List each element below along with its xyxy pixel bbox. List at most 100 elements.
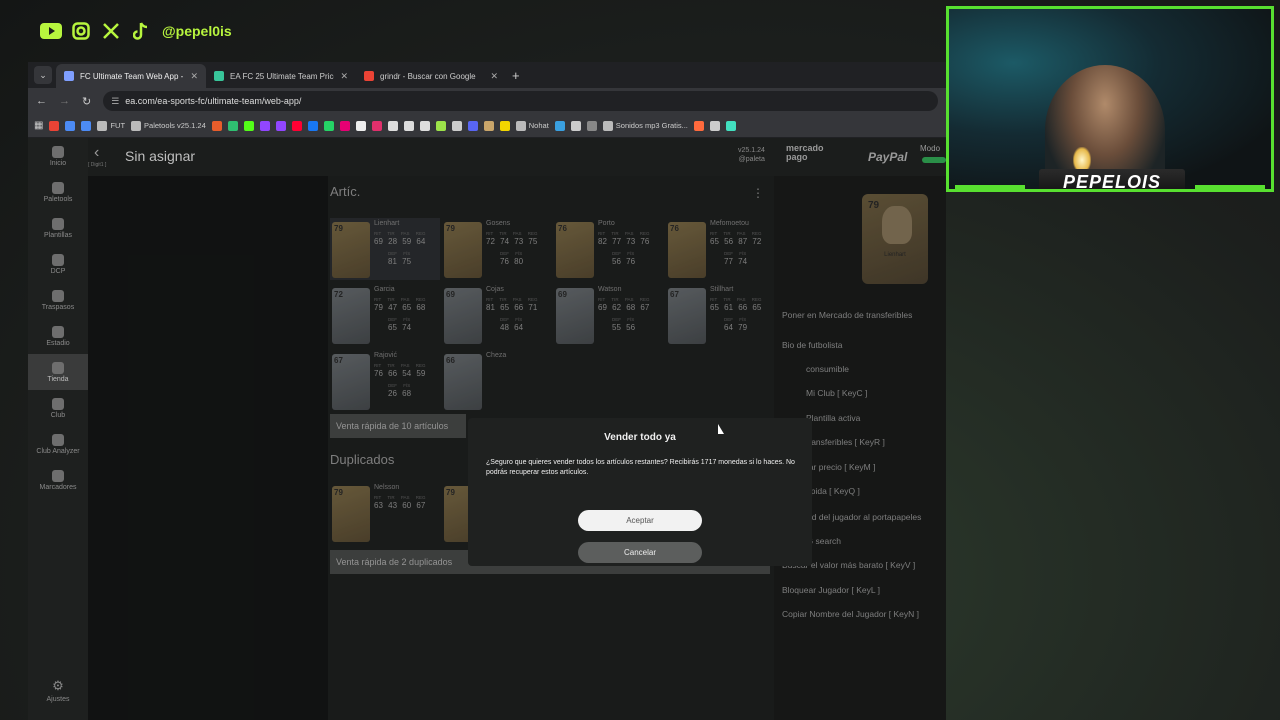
bookmark-5[interactable] xyxy=(211,120,222,131)
bookmark-31[interactable] xyxy=(725,120,736,131)
bookmark-30[interactable] xyxy=(709,120,720,131)
sidenav-paletools[interactable]: Paletools xyxy=(28,174,88,210)
selected-player-card: 79 Lienhart xyxy=(862,194,928,284)
sidenav-ajustes[interactable]: ⚙ Ajustes xyxy=(28,672,88,708)
back-icon[interactable]: ← xyxy=(36,95,47,107)
close-tab-icon[interactable]: ✕ xyxy=(340,71,348,82)
reload-icon[interactable]: ↻ xyxy=(82,95,91,108)
rp-consumible[interactable]: consumible xyxy=(774,364,946,380)
player-card[interactable]: 76 Porto RIT TIR PAS REG 82 77 73 76 DEF FÍS… xyxy=(554,218,664,280)
sidenav-club-analyzer[interactable]: Club Analyzer xyxy=(28,426,88,462)
bookmark-favicon-icon xyxy=(467,120,478,131)
webcam-overlay: PEPELOIS xyxy=(946,6,1274,192)
sidenav-dcp[interactable]: DCP xyxy=(28,246,88,282)
rp-bio[interactable]: Bio de futbolista> xyxy=(774,340,946,356)
bookmark-25[interactable] xyxy=(554,120,565,131)
bookmark-24[interactable]: Nohat xyxy=(515,120,549,131)
bookmark-7[interactable] xyxy=(243,120,254,131)
bookmark-8[interactable] xyxy=(259,120,270,131)
more-options-icon[interactable]: ⋮ xyxy=(752,186,764,200)
browser-tab-0[interactable]: FC Ultimate Team Web App - E ✕ xyxy=(56,64,206,88)
player-card[interactable]: 79 Lienhart RIT TIR PAS REG 69 28 59 64 DEF … xyxy=(330,218,440,280)
accept-button[interactable]: Aceptar xyxy=(578,510,702,531)
bookmark-favicon-icon xyxy=(725,120,736,131)
sidenav-marcadores[interactable]: Marcadores xyxy=(28,462,88,498)
bookmark-9[interactable] xyxy=(275,120,286,131)
sidenav-inicio[interactable]: Inicio xyxy=(28,138,88,174)
player-stats-def: 65 74 xyxy=(388,323,412,332)
player-card[interactable]: 67 Rajović RIT TIR PAS REG 76 66 54 59 DEF F… xyxy=(330,350,440,412)
bookmark-28[interactable]: Sonidos mp3 Gratis... xyxy=(602,120,688,131)
player-card[interactable]: 69 Cojas RIT TIR PAS REG 81 65 66 71 DEF FÍS… xyxy=(442,284,552,346)
bookmark-13[interactable] xyxy=(339,120,350,131)
url-text: ea.com/ea-sports-fc/ultimate-team/web-ap… xyxy=(125,96,302,106)
player-name: Garcia xyxy=(374,286,395,293)
bookmark-11[interactable] xyxy=(307,120,318,131)
mode-toggle[interactable] xyxy=(922,157,946,163)
browser-tab-1[interactable]: EA FC 25 Ultimate Team Prices, ✕ xyxy=(206,64,356,88)
player-card[interactable]: 69 Watson RIT TIR PAS REG 69 62 68 67 DEF FÍ… xyxy=(554,284,664,346)
version-label: v25.1.24 @paleta xyxy=(738,146,765,164)
sidenav-paletools-label: Paletools xyxy=(43,195,73,203)
url-field[interactable]: ☰ ea.com/ea-sports-fc/ultimate-team/web-… xyxy=(103,91,938,111)
sidenav-plantillas[interactable]: Plantillas xyxy=(28,210,88,246)
player-card[interactable]: 72 Garcia RIT TIR PAS REG 79 47 65 68 DEF FÍ… xyxy=(330,284,440,346)
browser-tab-2[interactable]: grindr - Buscar con Google ✕ xyxy=(356,64,506,88)
player-card[interactable]: 76 Mefomoetou RIT TIR PAS REG 65 56 87 72 DE… xyxy=(666,218,776,280)
new-tab-button[interactable]: + xyxy=(512,68,520,83)
paypal-logo[interactable]: PayPal xyxy=(868,150,907,164)
bookmark-favicon-icon xyxy=(227,120,238,131)
apps-icon[interactable]: ▦ xyxy=(34,120,43,131)
player-card[interactable]: 67 Stillhart RIT TIR PAS REG 65 61 66 65 DEF… xyxy=(666,284,776,346)
bookmark-22[interactable] xyxy=(483,120,494,131)
back-chevron-icon[interactable]: ‹ xyxy=(94,144,99,162)
forward-icon[interactable]: → xyxy=(59,95,70,107)
player-rating: 79 xyxy=(446,224,455,233)
bookmark-1[interactable] xyxy=(65,120,76,131)
player-card[interactable]: 66 Cheza xyxy=(442,350,552,412)
bookmark-4[interactable]: Paletools v25.1.24 xyxy=(131,120,206,131)
rp-copiar-nombre[interactable]: Copiar Nombre del Jugador [ KeyN ] xyxy=(774,609,946,625)
sidenav-estadio-label: Estadio xyxy=(46,339,70,347)
bookmark-26[interactable] xyxy=(570,120,581,131)
bookmark-6[interactable] xyxy=(227,120,238,131)
bookmark-27[interactable] xyxy=(586,120,597,131)
sidenav-club[interactable]: Club xyxy=(28,390,88,426)
instagram-icon xyxy=(70,20,92,42)
mercado-pago-logo[interactable]: mercado pago xyxy=(786,144,824,162)
rp-mercado[interactable]: Poner en Mercado de transferibles xyxy=(774,310,946,326)
stat-headers-def: DEF FÍS xyxy=(500,317,523,322)
bookmark-0[interactable] xyxy=(49,120,60,131)
quick-sell-items-button[interactable]: Venta rápida de 10 artículos xyxy=(330,414,466,438)
bookmark-21[interactable] xyxy=(467,120,478,131)
close-tab-icon[interactable]: ✕ xyxy=(190,71,198,82)
bookmark-10[interactable] xyxy=(291,120,302,131)
bookmark-20[interactable] xyxy=(451,120,462,131)
rp-mi-club[interactable]: Mi Club [ KeyC ] xyxy=(774,388,946,404)
bookmark-17[interactable] xyxy=(403,120,414,131)
bookmark-18[interactable] xyxy=(419,120,430,131)
player-stats: 65 61 66 65 xyxy=(710,303,762,312)
bookmark-15[interactable] xyxy=(371,120,382,131)
rp-bloquear[interactable]: Bloquear Jugador [ KeyL ] xyxy=(774,585,946,601)
bookmark-3[interactable]: FUT xyxy=(97,120,125,131)
sidenav-estadio[interactable]: Estadio xyxy=(28,318,88,354)
bookmark-12[interactable] xyxy=(323,120,334,131)
bookmark-23[interactable] xyxy=(499,120,510,131)
sidenav-ajustes-label: Ajustes xyxy=(46,695,70,703)
bookmark-19[interactable] xyxy=(435,120,446,131)
close-tab-icon[interactable]: ✕ xyxy=(490,71,498,82)
bookmark-14[interactable] xyxy=(355,120,366,131)
site-info-icon[interactable]: ☰ xyxy=(111,96,119,107)
cancel-button[interactable]: Cancelar xyxy=(578,542,702,563)
bookmark-favicon-icon xyxy=(709,120,720,131)
player-card[interactable]: 79 Gosens RIT TIR PAS REG 72 74 73 75 DEF FÍ… xyxy=(442,218,552,280)
bookmark-2[interactable] xyxy=(81,120,92,131)
bookmark-16[interactable] xyxy=(387,120,398,131)
sidenav-tienda[interactable]: Tienda xyxy=(28,354,88,390)
player-card[interactable]: 79 Nelsson RIT TIR PAS REG 63 43 60 67 xyxy=(330,482,440,544)
stat-headers-def: DEF FÍS xyxy=(500,251,523,256)
bookmark-29[interactable] xyxy=(693,120,704,131)
tab-search-button[interactable]: ⌄ xyxy=(34,66,52,84)
sidenav-traspasos[interactable]: Traspasos xyxy=(28,282,88,318)
